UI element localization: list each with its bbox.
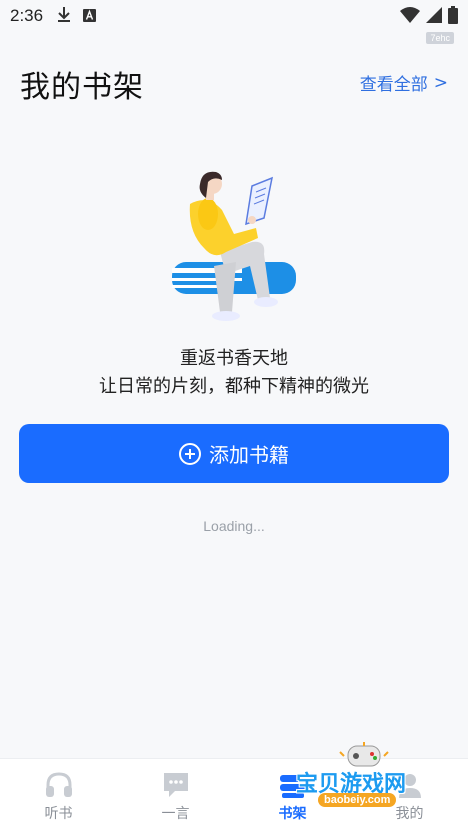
view-all-link[interactable]: 查看全部 >: [359, 70, 448, 96]
a-box-icon: [83, 7, 97, 26]
add-book-button[interactable]: 添加书籍: [19, 424, 449, 483]
add-book-label: 添加书籍: [209, 443, 289, 467]
site-logo-watermark: 宝贝游戏网 baobeiy.com: [296, 742, 446, 820]
nav-item-quote[interactable]: 一言: [117, 759, 234, 832]
chat-bubble-icon: [161, 771, 191, 799]
page-title: 我的书架: [20, 70, 144, 105]
plus-circle-icon: [179, 442, 201, 465]
status-icons-right: [400, 6, 458, 28]
view-all-label: 查看全部: [359, 75, 428, 95]
wifi-icon: [400, 7, 420, 27]
nav-label: 听书: [44, 806, 73, 822]
status-bar: 2:36: [0, 0, 468, 32]
battery-icon: [448, 6, 458, 28]
empty-state-subtitle: 让日常的片刻，都种下精神的微光: [99, 376, 369, 397]
woman-reading-on-books-illustration: [160, 170, 310, 330]
headphones-icon: [44, 771, 74, 799]
status-icons-left: [57, 6, 97, 26]
signal-icon: [426, 7, 442, 27]
status-time: 2:36: [10, 6, 44, 25]
logo-url: baobeiy.com: [318, 793, 397, 807]
watermark-tag: 7ehc: [426, 32, 454, 44]
download-icon: [57, 6, 71, 26]
loading-text: Loading...: [203, 518, 265, 534]
empty-state-title: 重返书香天地: [180, 348, 288, 369]
nav-label: 一言: [161, 806, 190, 822]
chevron-right-icon: >: [433, 72, 448, 93]
nav-item-listen[interactable]: 听书: [0, 759, 117, 832]
